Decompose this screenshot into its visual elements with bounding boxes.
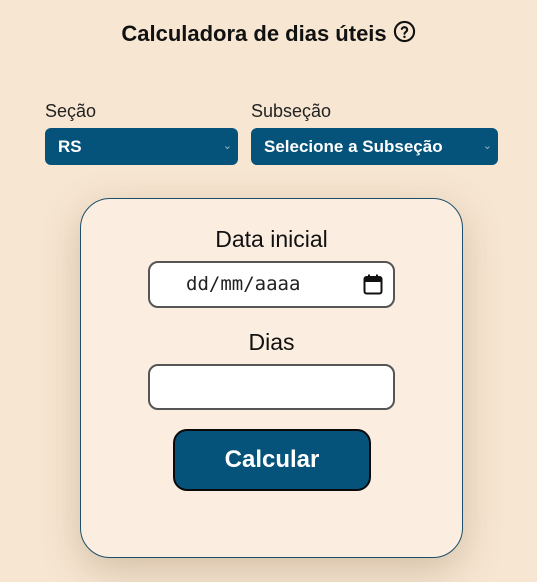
subsecao-selected-value: Selecione a Subseção (264, 137, 443, 156)
data-inicial-label: Data inicial (215, 226, 328, 252)
calendar-icon[interactable] (363, 274, 383, 295)
subsecao-label: Subseção (251, 101, 332, 121)
data-inicial-placeholder: dd/mm/aaaa (186, 273, 301, 295)
subsecao-select[interactable]: Selecione a Subseção ⌄ (251, 128, 498, 165)
page-title: Calculadora de dias úteis (121, 21, 387, 47)
secao-group: Seção RS ⌄ (45, 100, 238, 165)
chevron-updown-icon: ⌄ (222, 140, 232, 152)
subsecao-group: Subseção Selecione a Subseção ⌄ (251, 100, 498, 165)
dias-input[interactable] (148, 364, 395, 410)
page-header: Calculadora de dias úteis (0, 18, 537, 49)
secao-select[interactable]: RS ⌄ (45, 128, 238, 165)
secao-selected-value: RS (58, 137, 82, 156)
chevron-updown-icon: ⌄ (482, 140, 492, 152)
secao-label: Seção (45, 101, 97, 121)
dias-label: Dias (248, 329, 295, 355)
data-inicial-input[interactable]: dd/mm/aaaa (148, 261, 395, 308)
calcular-button[interactable]: Calcular (173, 429, 371, 491)
calculator-card: Data inicial dd/mm/aaaa Dias Calcular (80, 198, 463, 558)
question-circle-icon[interactable] (393, 20, 416, 43)
